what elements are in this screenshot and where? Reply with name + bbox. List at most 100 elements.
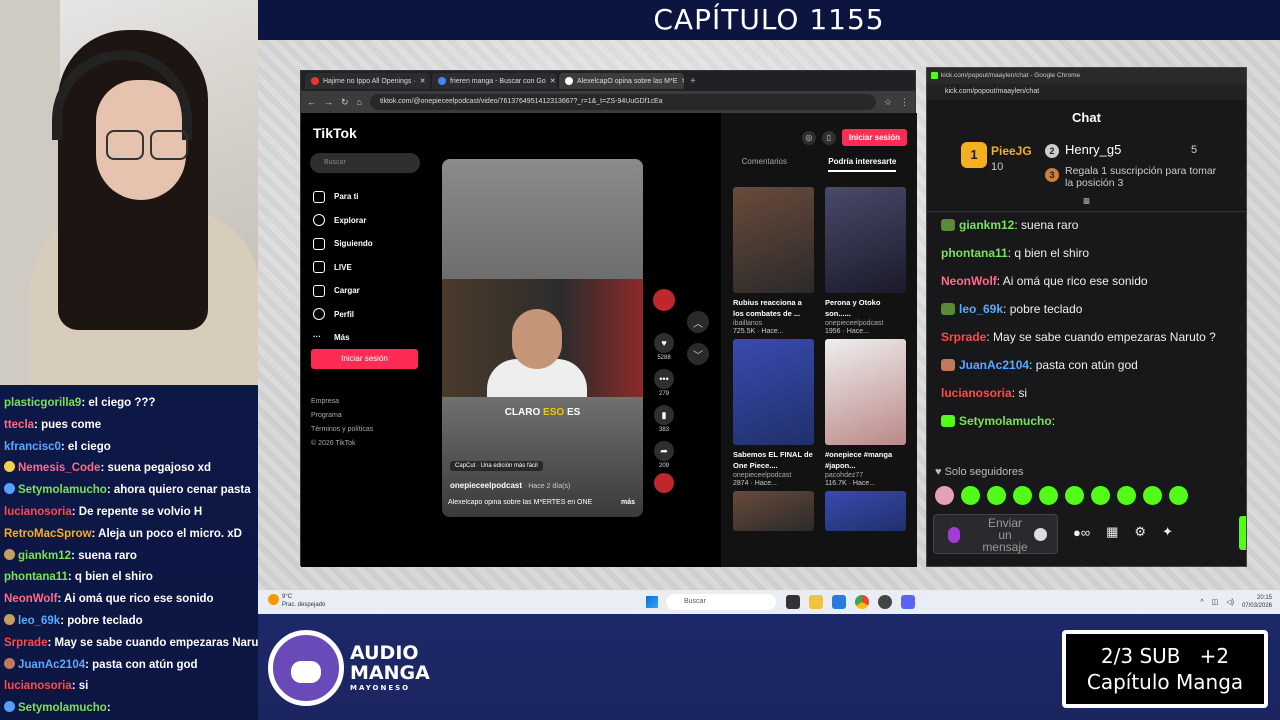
- chat-input[interactable]: Enviar un mensaje: [933, 514, 1058, 554]
- send-button[interactable]: [1239, 516, 1246, 550]
- video-thumbnail[interactable]: [733, 187, 814, 293]
- device-icon[interactable]: ▯: [821, 130, 836, 145]
- video-card-author[interactable]: onepieceelpodcast: [825, 320, 906, 327]
- emote-icon[interactable]: [1091, 486, 1110, 505]
- video-thumbnail[interactable]: [825, 339, 906, 445]
- nav-item-para-ti[interactable]: Para ti: [313, 185, 373, 209]
- emote-icon[interactable]: [961, 486, 980, 505]
- video-card-author[interactable]: onepieceelpodcast: [733, 472, 814, 479]
- nav-item-cargar[interactable]: Cargar: [313, 279, 373, 303]
- collapse-handle-icon[interactable]: ≡: [927, 195, 1246, 212]
- browser-tab[interactable]: Hajime no Ippo All Openings · ✕: [305, 73, 430, 89]
- volume-icon[interactable]: ◁): [1226, 598, 1234, 606]
- footer-link[interactable]: Términos y políticas: [311, 423, 373, 437]
- video-card[interactable]: [733, 491, 814, 531]
- emoji-icon[interactable]: [1034, 528, 1047, 541]
- video-author[interactable]: onepieceelpodcast · Hace 2 día(s): [450, 481, 570, 490]
- nav-item-perfil[interactable]: Perfil: [313, 303, 373, 327]
- login-button-top[interactable]: Iniciar sesión: [841, 129, 907, 146]
- close-icon[interactable]: ✕: [550, 77, 556, 85]
- nav-item-siguiendo[interactable]: Siguiendo: [313, 232, 373, 256]
- video-card[interactable]: Perona y Otoko son...... onepieceelpodca…: [825, 187, 906, 335]
- video-thumbnail[interactable]: [825, 491, 906, 531]
- chat-username[interactable]: Setymolamucho: [959, 414, 1052, 428]
- microphone-icon[interactable]: [948, 527, 960, 543]
- video-thumbnail[interactable]: [733, 339, 814, 445]
- new-tab-icon[interactable]: +: [690, 76, 696, 87]
- video-card-author[interactable]: ibaillanos: [733, 320, 814, 327]
- emote-icon[interactable]: [935, 486, 954, 505]
- chat-username[interactable]: NeonWolf: [941, 274, 997, 288]
- url-input[interactable]: tiktok.com/@onepieceelpodcast/video/7613…: [369, 94, 876, 110]
- sound-disc-icon[interactable]: [654, 473, 674, 493]
- chat-username[interactable]: phontana11: [941, 246, 1008, 260]
- comment-icon[interactable]: •••: [654, 369, 674, 389]
- browser-tab-active[interactable]: AlexelcapO opina sobre las M*E✕: [559, 73, 684, 89]
- task-view-icon[interactable]: [786, 595, 800, 609]
- video-thumbnail[interactable]: [733, 491, 814, 531]
- emote-icon[interactable]: [1143, 486, 1162, 505]
- menu-icon[interactable]: ⋮: [900, 97, 909, 108]
- points-icon[interactable]: ●∞: [1073, 525, 1090, 540]
- chat-username[interactable]: Srprade: [941, 330, 986, 344]
- heart-icon[interactable]: ♥: [654, 333, 674, 353]
- discord-icon[interactable]: [901, 595, 915, 609]
- clock[interactable]: 20:15 07/03/2026: [1242, 594, 1272, 610]
- forward-icon[interactable]: →: [324, 97, 333, 107]
- browser-tab[interactable]: frieren manga - Buscar con Go ✕: [432, 73, 557, 89]
- windows-start-icon[interactable]: [646, 596, 658, 608]
- emote-icon[interactable]: [1117, 486, 1136, 505]
- share-icon[interactable]: ➦: [654, 441, 674, 461]
- emote-icon[interactable]: [1039, 486, 1058, 505]
- emote-icon[interactable]: [1169, 486, 1188, 505]
- gift-icon[interactable]: ✦: [1162, 524, 1173, 540]
- obs-icon[interactable]: [878, 595, 892, 609]
- tab-comentarios[interactable]: Comentarios: [742, 157, 787, 172]
- video-card[interactable]: #onepiece #manga #japon... pacohdez77 11…: [825, 339, 906, 487]
- store-icon[interactable]: ▦: [1106, 524, 1118, 540]
- login-button[interactable]: Iniciar sesión: [311, 349, 418, 369]
- close-icon[interactable]: ✕: [420, 77, 426, 85]
- footer-link[interactable]: Programa: [311, 409, 373, 423]
- chat-username[interactable]: JuanAc2104: [959, 358, 1029, 372]
- footer-link[interactable]: Empresa: [311, 395, 373, 409]
- rank-2-name[interactable]: Henry_g5: [1065, 142, 1121, 157]
- video-card[interactable]: Rubius reacciona a los combates de ... i…: [733, 187, 814, 335]
- chevron-up-icon[interactable]: ︿: [687, 311, 709, 333]
- chat-username[interactable]: lucianosoria: [941, 386, 1012, 400]
- more-link[interactable]: más: [621, 499, 635, 506]
- close-icon[interactable]: ✕: [681, 77, 684, 85]
- kick-url-bar[interactable]: kick.com/popout/maaylen/chat: [927, 84, 1246, 100]
- browser-window[interactable]: Hajime no Ippo All Openings · ✕ frieren m…: [300, 70, 917, 567]
- weather-widget[interactable]: 9°C Prac. despejado: [268, 593, 325, 609]
- chrome-icon[interactable]: [855, 595, 869, 609]
- video-card-author[interactable]: pacohdez77: [825, 472, 906, 479]
- rank-1-name[interactable]: PieeJG: [991, 144, 1032, 158]
- network-icon[interactable]: ◫: [1212, 598, 1219, 606]
- kick-chat-window[interactable]: kick.com/popout/maaylen/chat - Google Ch…: [926, 67, 1247, 567]
- video-card[interactable]: [825, 491, 906, 531]
- bookmark-icon[interactable]: ▮: [654, 405, 674, 425]
- video-card[interactable]: Sabemos EL FINAL de One Piece.... onepie…: [733, 339, 814, 487]
- emote-icon[interactable]: [1013, 486, 1032, 505]
- nav-item-explorar[interactable]: Explorar: [313, 209, 373, 233]
- reload-icon[interactable]: ↻: [341, 97, 349, 108]
- chat-username[interactable]: giankm12: [959, 218, 1014, 232]
- chevron-down-icon[interactable]: ﹀: [687, 343, 709, 365]
- gear-icon[interactable]: ⚙: [1134, 524, 1146, 540]
- file-explorer-icon[interactable]: [809, 595, 823, 609]
- home-icon[interactable]: ⌂: [357, 97, 362, 107]
- capcut-badge[interactable]: CapCut · Una edición más fácil: [450, 461, 543, 471]
- nav-item-live[interactable]: LIVE: [313, 256, 373, 280]
- video-thumbnail[interactable]: [825, 187, 906, 293]
- emote-icon[interactable]: [1065, 486, 1084, 505]
- star-icon[interactable]: ☆: [884, 97, 892, 108]
- tiktok-logo[interactable]: TikTok: [313, 125, 357, 141]
- taskbar-search[interactable]: Buscar: [666, 594, 776, 610]
- nav-item-mas[interactable]: ··· Más: [313, 326, 373, 350]
- chevron-up-icon[interactable]: ^: [1200, 599, 1203, 606]
- emote-icon[interactable]: [987, 486, 1006, 505]
- chat-username[interactable]: leo_69k: [959, 302, 1003, 316]
- video-player[interactable]: CLARO ESO ES CapCut · Una edición más fá…: [442, 159, 643, 517]
- creator-avatar[interactable]: [653, 289, 675, 311]
